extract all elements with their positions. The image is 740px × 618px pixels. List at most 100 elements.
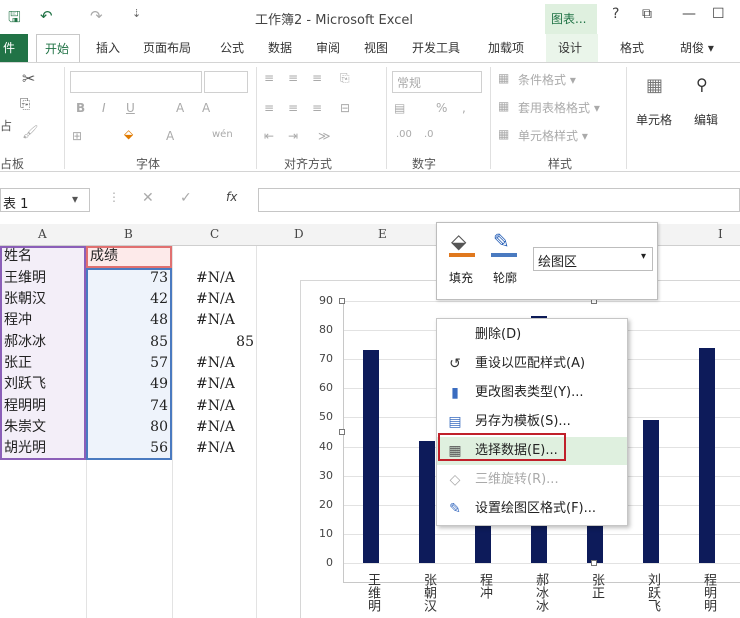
- tab-formulas[interactable]: 公式: [220, 39, 244, 56]
- cell-c[interactable]: #N/A: [196, 310, 235, 331]
- menu-item-format-plot-area[interactable]: ✎ 设置绘图区格式(F)...: [437, 495, 627, 523]
- find-icon[interactable]: ⚲: [696, 75, 708, 94]
- outline-button[interactable]: 轮廓: [493, 269, 517, 286]
- conditional-format-icon[interactable]: ▦: [498, 71, 509, 85]
- cell-score[interactable]: 85: [86, 332, 168, 353]
- bar[interactable]: [419, 440, 435, 563]
- insert-function-icon[interactable]: fx: [226, 190, 237, 204]
- cell-name[interactable]: 郝冰冰: [4, 332, 46, 353]
- increase-indent-icon[interactable]: ⇥: [288, 129, 298, 143]
- cell-name[interactable]: 程明明: [4, 396, 46, 417]
- format-as-table-icon[interactable]: ▦: [498, 99, 509, 113]
- resize-handle[interactable]: [591, 560, 597, 566]
- cell-styles-button[interactable]: 单元格样式 ▾: [518, 127, 588, 144]
- undo-icon[interactable]: ↶: [40, 7, 53, 25]
- cell-c[interactable]: #N/A: [196, 353, 235, 374]
- cancel-icon[interactable]: ✕: [142, 190, 154, 206]
- cell-score[interactable]: 74: [86, 396, 168, 417]
- font-name-combo[interactable]: [70, 71, 202, 93]
- cell-name[interactable]: 王维明: [4, 268, 46, 289]
- column-header-c[interactable]: C: [210, 227, 219, 241]
- chart-element-select[interactable]: 绘图区: [533, 247, 653, 271]
- cell-name[interactable]: 朱崇文: [4, 417, 46, 438]
- align-middle-icon[interactable]: ≡: [288, 71, 298, 85]
- conditional-format-button[interactable]: 条件格式 ▾: [518, 71, 576, 88]
- cell-score[interactable]: 80: [86, 417, 168, 438]
- tab-insert[interactable]: 插入: [96, 39, 120, 56]
- formula-input[interactable]: [258, 188, 740, 212]
- cell-name[interactable]: 张正: [4, 353, 32, 374]
- merge-icon[interactable]: ⊟: [340, 101, 350, 115]
- underline-icon[interactable]: U: [126, 101, 135, 115]
- align-left-icon[interactable]: ≡: [264, 101, 274, 115]
- tab-file[interactable]: 件: [0, 34, 28, 62]
- tab-view[interactable]: 视图: [364, 39, 388, 56]
- cells-button[interactable]: 单元格: [636, 111, 672, 128]
- tab-format[interactable]: 格式: [620, 39, 644, 56]
- redo-icon[interactable]: ↷: [90, 7, 103, 25]
- paste-label[interactable]: 占: [0, 117, 12, 134]
- cell-b1[interactable]: 成绩: [90, 246, 118, 267]
- cell-c[interactable]: #N/A: [196, 268, 235, 289]
- cell-name[interactable]: 张朝汉: [4, 289, 46, 310]
- cell-name[interactable]: 胡光明: [4, 438, 46, 459]
- font-size-combo[interactable]: [204, 71, 248, 93]
- align-bottom-icon[interactable]: ≡: [312, 71, 322, 85]
- grow-font-icon[interactable]: A: [176, 101, 184, 115]
- cell-score[interactable]: 48: [86, 310, 168, 331]
- outline-pen-icon[interactable]: ✎: [493, 229, 510, 253]
- ribbon-display-icon[interactable]: ⧉: [642, 6, 652, 22]
- cell-c[interactable]: #N/A: [196, 438, 235, 459]
- help-icon[interactable]: ?: [612, 6, 619, 22]
- tab-design[interactable]: 设计: [546, 34, 598, 62]
- enter-icon[interactable]: ✓: [180, 190, 192, 206]
- cell-score[interactable]: 73: [86, 268, 168, 289]
- menu-item-delete[interactable]: 删除(D): [437, 321, 627, 349]
- cell-styles-icon[interactable]: ▦: [498, 127, 509, 141]
- tab-data[interactable]: 数据: [268, 39, 292, 56]
- cell-c[interactable]: #N/A: [196, 396, 235, 417]
- cell-score[interactable]: 42: [86, 289, 168, 310]
- cell-c[interactable]: #N/A: [196, 289, 235, 310]
- user-account[interactable]: 胡俊 ▾: [680, 39, 714, 56]
- cells-icon[interactable]: ▦: [646, 75, 663, 96]
- chevron-down-icon[interactable]: ▾: [641, 251, 646, 262]
- menu-item-save-template[interactable]: ▤ 另存为模板(S)...: [437, 408, 627, 436]
- decrease-indent-icon[interactable]: ⇤: [264, 129, 274, 143]
- column-header-b[interactable]: B: [124, 227, 133, 241]
- tab-review[interactable]: 审阅: [316, 39, 340, 56]
- tab-page-layout[interactable]: 页面布局: [143, 39, 191, 56]
- cell-c[interactable]: 85: [172, 332, 254, 353]
- format-as-table-button[interactable]: 套用表格格式 ▾: [518, 99, 600, 116]
- menu-item-change-chart-type[interactable]: ▮ 更改图表类型(Y)...: [437, 379, 627, 407]
- wrap-text-icon[interactable]: ⎘: [340, 71, 350, 86]
- bar[interactable]: [363, 350, 379, 563]
- name-box-dropdown-icon[interactable]: ▾: [72, 192, 78, 206]
- italic-icon[interactable]: I: [102, 101, 106, 115]
- column-header-d[interactable]: D: [294, 227, 304, 241]
- percent-icon[interactable]: %: [436, 101, 447, 115]
- cell-score[interactable]: 57: [86, 353, 168, 374]
- cell-name[interactable]: 刘跃飞: [4, 374, 46, 395]
- format-painter-icon[interactable]: 🖌: [22, 125, 39, 140]
- accounting-format-icon[interactable]: ▤: [394, 101, 405, 115]
- orientation-icon[interactable]: ≫: [318, 129, 331, 143]
- bold-icon[interactable]: B: [76, 101, 85, 115]
- cell-name[interactable]: 程冲: [4, 310, 32, 331]
- tab-home[interactable]: 开始: [36, 34, 80, 62]
- decrease-decimal-icon[interactable]: .0: [424, 129, 434, 140]
- align-top-icon[interactable]: ≡: [264, 71, 274, 85]
- fill-button[interactable]: 填充: [449, 269, 473, 286]
- comma-icon[interactable]: ,: [462, 101, 466, 115]
- column-header-i[interactable]: I: [718, 227, 723, 241]
- save-icon[interactable]: 🖫: [8, 7, 21, 32]
- resize-handle[interactable]: [339, 298, 345, 304]
- maximize-button[interactable]: ☐: [712, 6, 725, 22]
- edit-button[interactable]: 编辑: [694, 111, 718, 128]
- bar[interactable]: [699, 347, 715, 563]
- menu-item-reset-style[interactable]: ↺ 重设以匹配样式(A): [437, 350, 627, 378]
- align-center-icon[interactable]: ≡: [288, 101, 298, 115]
- copy-icon[interactable]: ⎘: [20, 97, 30, 112]
- resize-handle[interactable]: [339, 429, 345, 435]
- customize-qat-icon[interactable]: ⇣: [132, 7, 141, 20]
